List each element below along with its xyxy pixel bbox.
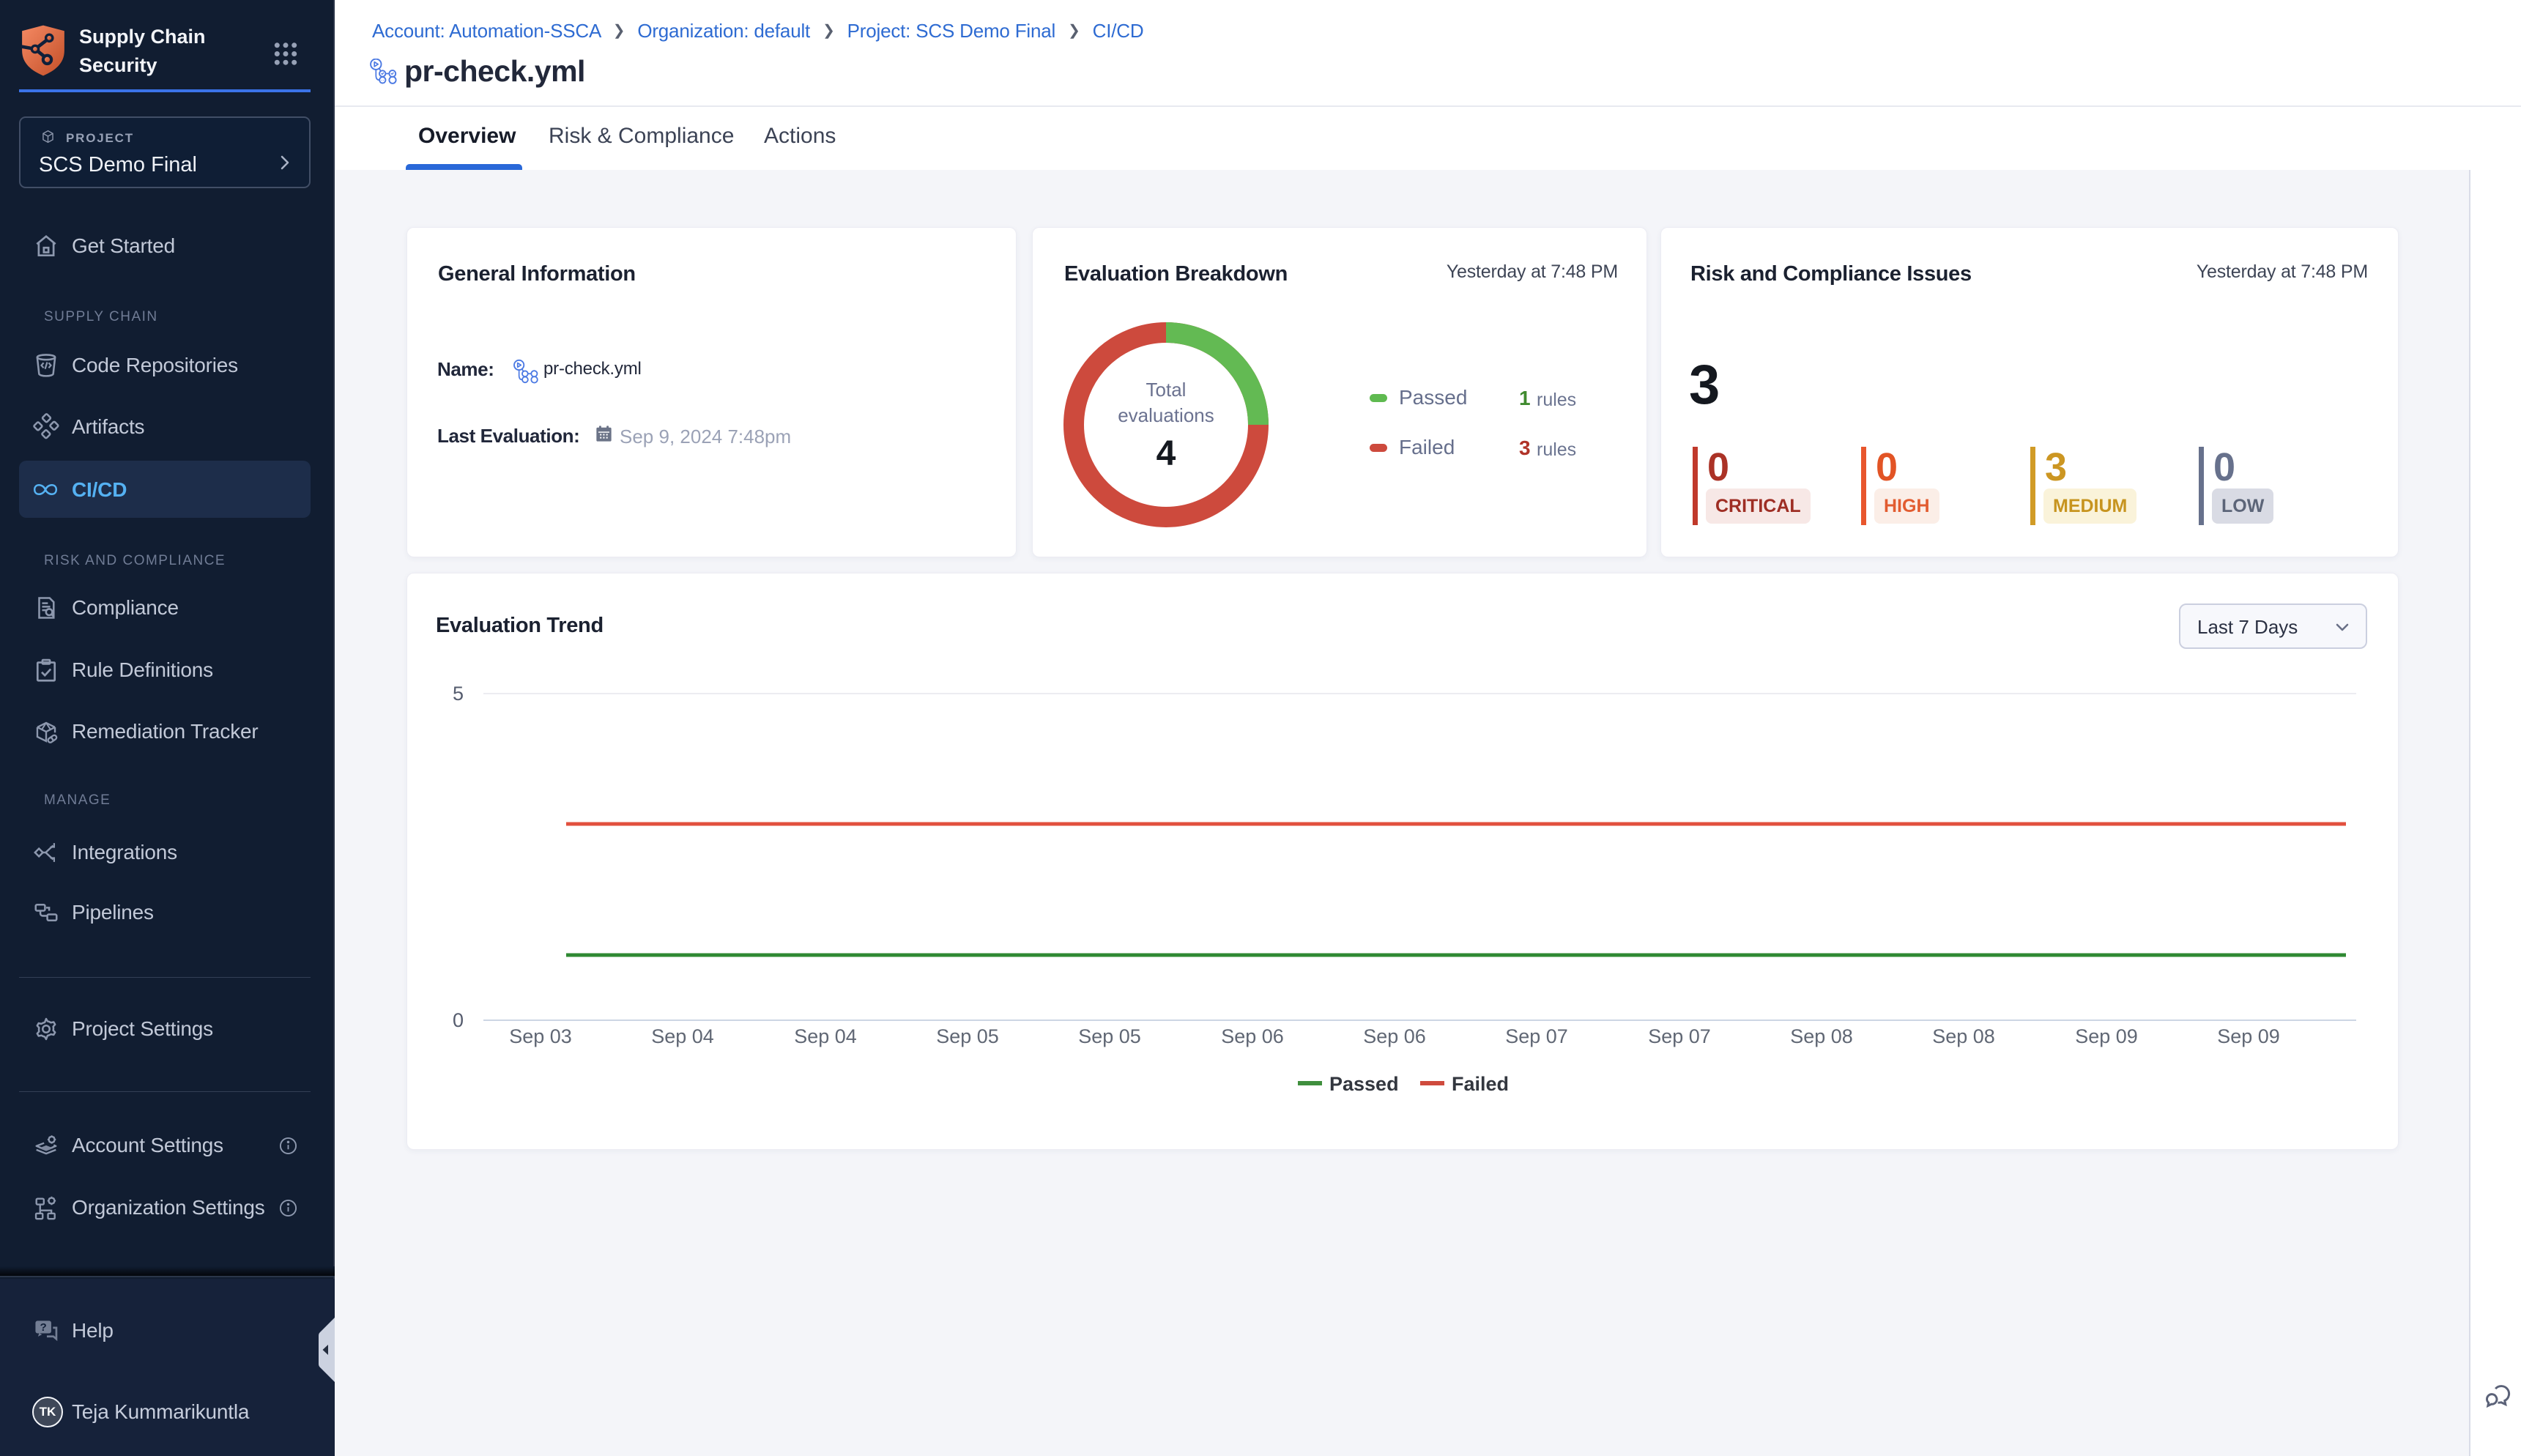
svg-text:Sep 05: Sep 05 bbox=[936, 1025, 999, 1047]
svg-text:Sep 03: Sep 03 bbox=[509, 1025, 572, 1047]
svg-text:?: ? bbox=[40, 1321, 47, 1334]
svg-text:Sep 08: Sep 08 bbox=[1932, 1025, 1995, 1047]
svg-text:Sep 06: Sep 06 bbox=[1363, 1025, 1426, 1047]
svg-text:Sep 07: Sep 07 bbox=[1648, 1025, 1711, 1047]
svg-text:Passed: Passed bbox=[1329, 1073, 1399, 1095]
svg-text:Sep 05: Sep 05 bbox=[1078, 1025, 1141, 1047]
svg-text:Sep 04: Sep 04 bbox=[794, 1025, 857, 1047]
svg-text:Sep 04: Sep 04 bbox=[651, 1025, 714, 1047]
svg-text:Sep 09: Sep 09 bbox=[2217, 1025, 2280, 1047]
svg-text:Sep 08: Sep 08 bbox=[1790, 1025, 1853, 1047]
svg-text:0: 0 bbox=[453, 1009, 464, 1031]
svg-text:Sep 06: Sep 06 bbox=[1221, 1025, 1284, 1047]
svg-text:Failed: Failed bbox=[1452, 1073, 1509, 1095]
svg-text:Sep 09: Sep 09 bbox=[2075, 1025, 2138, 1047]
svg-text:5: 5 bbox=[453, 683, 464, 705]
svg-text:Sep 07: Sep 07 bbox=[1505, 1025, 1568, 1047]
